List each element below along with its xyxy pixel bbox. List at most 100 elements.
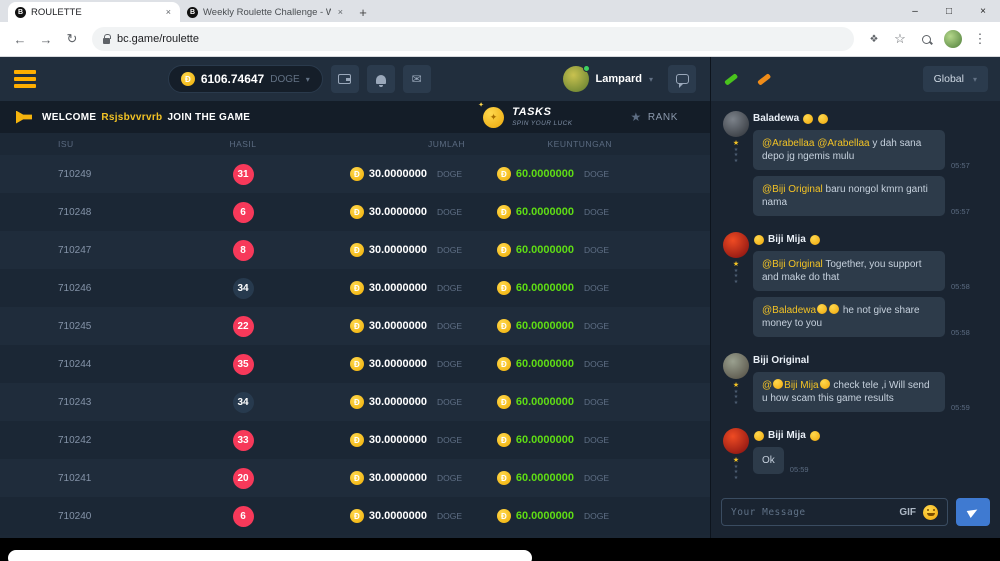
history-table-body: 710249 31 Ð 30.0000000DOGE Ð 60.0000000D…	[0, 155, 710, 538]
message-bubble: @Biji Mija check tele ,i Will send u how…	[753, 372, 945, 412]
user-level-stars: ★★★★	[733, 261, 739, 285]
round-id: 710247	[58, 245, 188, 256]
megaphone-icon	[16, 111, 32, 124]
tasks-button[interactable]: ✦ TASKS SPIN YOUR LUCK	[483, 107, 572, 128]
rank-button[interactable]: ★ RANK	[630, 110, 678, 124]
mention[interactable]: @	[762, 380, 772, 391]
tab-close-icon[interactable]: ×	[164, 7, 173, 17]
wallet-icon	[338, 74, 351, 84]
table-row[interactable]: 710240 6 Ð 30.0000000DOGE Ð 60.0000000DO…	[0, 497, 710, 535]
back-button[interactable]: ←	[8, 27, 32, 51]
emoji-icon	[773, 379, 783, 389]
pencil-icon[interactable]	[723, 71, 740, 88]
chat-username[interactable]: Biji Mija	[753, 430, 992, 441]
profit-amount: Ð 60.0000000DOGE	[465, 433, 612, 447]
chat-toggle-button[interactable]	[668, 65, 696, 93]
tasks-label: TASKS	[512, 107, 572, 118]
emoji-icon	[820, 379, 830, 389]
bet-amount: Ð 30.0000000DOGE	[298, 205, 465, 219]
chat-username[interactable]: Biji Mija	[753, 234, 992, 245]
table-row[interactable]: 710244 35 Ð 30.0000000DOGE Ð 60.0000000D…	[0, 345, 710, 383]
profit-amount: Ð 60.0000000DOGE	[465, 357, 612, 371]
result-badge: 33	[233, 430, 254, 451]
table-row[interactable]: 710241 20 Ð 30.0000000DOGE Ð 60.0000000D…	[0, 459, 710, 497]
browser-profile-avatar[interactable]	[944, 30, 962, 48]
mention[interactable]: @Arabellaa	[817, 138, 869, 149]
app-topbar: Ð 6106.74647 DOGE ▾ ✉ Lampard ▾	[0, 57, 710, 101]
chat-message: Ok 05:59	[753, 447, 992, 474]
bet-amount: Ð 30.0000000DOGE	[298, 281, 465, 295]
send-button[interactable]	[956, 498, 990, 526]
chat-username[interactable]: Baladewa	[753, 113, 992, 124]
message-time: 05:59	[951, 403, 970, 412]
balance-selector[interactable]: Ð 6106.74647 DOGE ▾	[168, 65, 323, 93]
user-level-stars: ★★★★	[733, 457, 739, 481]
chat-input-row: Your Message GIF	[711, 490, 1000, 538]
search-icon[interactable]	[914, 27, 938, 51]
chat-avatar[interactable]	[723, 428, 749, 454]
table-row[interactable]: 710246 34 Ð 30.0000000DOGE Ð 60.0000000D…	[0, 269, 710, 307]
emoji-picker-button[interactable]	[923, 505, 938, 520]
table-row[interactable]: 710243 34 Ð 30.0000000DOGE Ð 60.0000000D…	[0, 383, 710, 421]
message-time: 05:58	[951, 282, 970, 291]
chat-avatar[interactable]	[723, 353, 749, 379]
message-input-placeholder: Your Message	[731, 507, 892, 518]
gif-button[interactable]: GIF	[899, 507, 916, 518]
browser-menu-icon[interactable]: ⋮	[968, 27, 992, 51]
user-group: Lampard ▾	[563, 65, 696, 93]
minimize-button[interactable]: –	[898, 0, 932, 22]
table-row[interactable]: 710245 22 Ð 30.0000000DOGE Ð 60.0000000D…	[0, 307, 710, 345]
brush-icon[interactable]	[756, 71, 773, 88]
close-button[interactable]: ×	[966, 0, 1000, 22]
doge-coin-icon: Ð	[350, 509, 364, 523]
wallet-button[interactable]	[331, 65, 359, 93]
doge-coin-icon: Ð	[497, 357, 511, 371]
browser-tab-roulette[interactable]: B ROULETTE ×	[8, 2, 180, 22]
browser-navbar: ← → ↻ bc.game/roulette ❖ ☆ ⋮	[0, 22, 1000, 57]
mention[interactable]: @Biji Original	[762, 184, 823, 195]
profit-amount: Ð 60.0000000DOGE	[465, 243, 612, 257]
address-bar[interactable]: bc.game/roulette	[92, 27, 854, 51]
mention[interactable]: @Arabellaa	[762, 138, 814, 149]
maximize-button[interactable]: □	[932, 0, 966, 22]
username[interactable]: Lampard	[596, 73, 642, 85]
profit-amount: Ð 60.0000000DOGE	[465, 509, 612, 523]
extensions-icon[interactable]: ❖	[862, 27, 886, 51]
table-row[interactable]: 710247 8 Ð 30.0000000DOGE Ð 60.0000000DO…	[0, 231, 710, 269]
chat-panel-header: Global ▾	[711, 57, 1000, 101]
chat-message: @Baladewa he not give share money to you…	[753, 297, 992, 337]
messages-button[interactable]: ✉	[403, 65, 431, 93]
table-row[interactable]: 710249 31 Ð 30.0000000DOGE Ð 60.0000000D…	[0, 155, 710, 193]
chat-username[interactable]: Biji Original	[753, 355, 992, 366]
new-tab-button[interactable]: +	[352, 2, 374, 22]
hamburger-menu-icon[interactable]	[14, 67, 36, 92]
chevron-down-icon: ▾	[306, 75, 310, 84]
user-avatar[interactable]	[563, 66, 589, 92]
bookmark-star-icon[interactable]: ☆	[888, 27, 912, 51]
mention[interactable]: @Baladewa	[762, 305, 816, 316]
table-row[interactable]: 710242 33 Ð 30.0000000DOGE Ð 60.0000000D…	[0, 421, 710, 459]
forward-button[interactable]: →	[34, 27, 58, 51]
mail-icon: ✉	[412, 72, 422, 86]
doge-coin-icon: Ð	[497, 167, 511, 181]
column-header-hasil: HASIL	[188, 139, 298, 149]
chat-room-selector[interactable]: Global ▾	[923, 66, 988, 92]
table-row[interactable]: 710248 6 Ð 30.0000000DOGE Ð 60.0000000DO…	[0, 193, 710, 231]
round-id: 710249	[58, 169, 188, 180]
doge-coin-icon: Ð	[350, 243, 364, 257]
doge-coin-icon: Ð	[350, 395, 364, 409]
mention[interactable]: @Biji Original	[762, 259, 823, 270]
notifications-button[interactable]	[367, 65, 395, 93]
page-bottom-strip	[0, 538, 1000, 561]
reload-button[interactable]: ↻	[60, 27, 84, 51]
bet-amount: Ð 30.0000000DOGE	[298, 167, 465, 181]
tab-close-icon[interactable]: ×	[336, 7, 345, 17]
browser-tab-challenge[interactable]: B Weekly Roulette Challenge - Wi ×	[180, 2, 352, 22]
chat-avatar[interactable]	[723, 111, 749, 137]
message-input[interactable]: Your Message GIF	[721, 498, 948, 526]
window-controls: – □ ×	[898, 0, 1000, 22]
site-favicon: B	[187, 7, 198, 18]
chat-avatar[interactable]	[723, 232, 749, 258]
mention[interactable]: Biji Mija	[784, 380, 818, 391]
bet-amount: Ð 30.0000000DOGE	[298, 509, 465, 523]
